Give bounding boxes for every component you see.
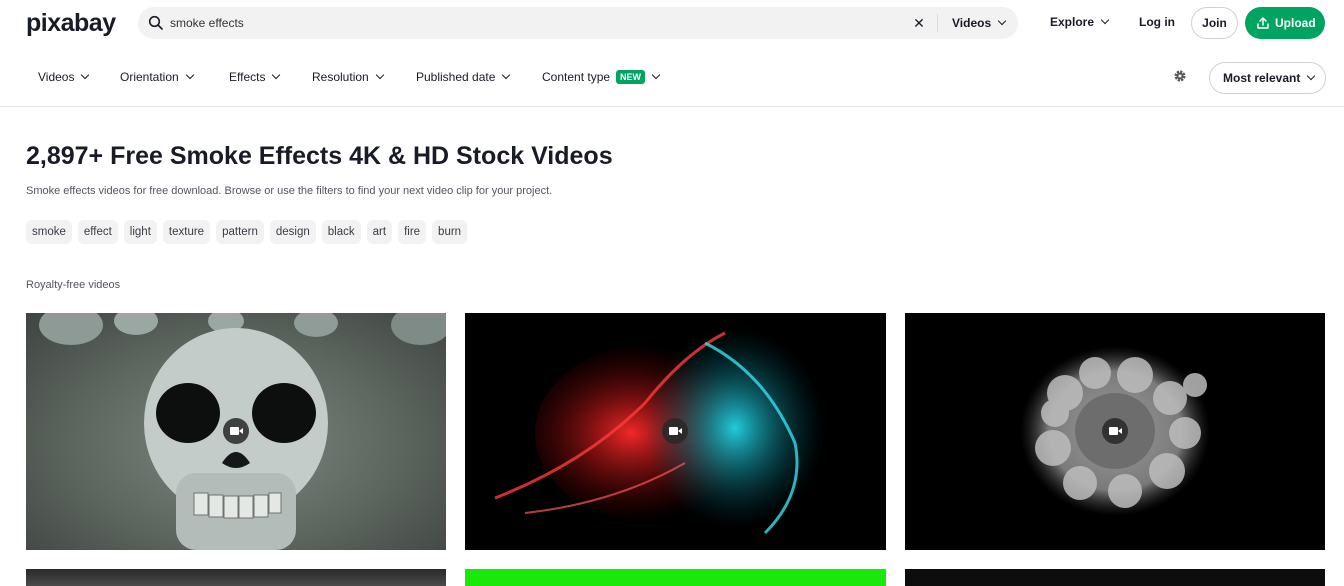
video-thumbnail-skull[interactable] [26,313,446,550]
chevron-down-icon [1100,15,1110,25]
new-badge: NEW [616,70,646,84]
filter-label: Published date [416,70,496,84]
section-label: Royalty-free videos [26,279,121,291]
tag-chip[interactable]: art [366,220,393,244]
upload-button[interactable]: Upload [1245,7,1325,39]
search-input[interactable] [170,7,910,39]
gear-icon[interactable] [1173,69,1187,83]
chevron-down-icon [502,70,511,80]
join-button[interactable]: Join [1191,7,1238,39]
tag-chip[interactable]: effect [77,220,118,244]
tag-chip[interactable]: light [123,220,157,244]
filter-published-date[interactable]: Published date [416,70,511,84]
filter-bar: Videos Orientation Effects Resolution Pu… [0,60,1344,107]
tag-chip[interactable]: burn [432,220,468,244]
explore-label: Explore [1050,15,1095,29]
close-icon[interactable]: ✕ [910,14,928,32]
pixabay-logo[interactable]: pixabay [26,9,116,38]
filter-label: Effects [229,70,266,84]
media-type-dropdown[interactable]: Videos [952,7,1007,39]
video-camera-icon [1102,418,1128,444]
filter-effects[interactable]: Effects [229,70,281,84]
chevron-down-icon [1307,71,1316,81]
tag-chip[interactable]: fire [398,220,427,244]
video-camera-icon [223,418,249,444]
tag-chip[interactable]: smoke [26,220,72,244]
upload-icon [1257,17,1269,29]
chevron-down-icon [272,70,281,80]
filter-label: Orientation [120,70,179,84]
search-icon [148,15,163,30]
page-subtitle: Smoke effects videos for free download. … [26,185,553,197]
video-thumbnail-black-smoke[interactable] [905,569,1325,586]
top-bar: pixabay ✕ Videos Explore Log in Join Upl… [0,0,1344,46]
filter-content-type[interactable]: Content type NEW [542,70,661,85]
video-thumbnail-green-screen[interactable] [465,569,886,586]
filter-label: Videos [38,70,75,84]
chevron-down-icon [375,70,384,80]
filter-resolution[interactable]: Resolution [312,70,384,84]
tag-chip[interactable]: texture [162,220,211,244]
video-thumbnail-red-cyan-smoke[interactable] [465,313,886,550]
login-link[interactable]: Log in [1139,15,1175,29]
filter-label: Content type [542,70,611,84]
page-title: 2,897+ Free Smoke Effects 4K & HD Stock … [26,142,613,170]
filter-orientation[interactable]: Orientation [120,70,194,84]
search-bar[interactable]: ✕ Videos [138,7,1018,39]
filter-label: Resolution [312,70,369,84]
related-tags: smoke effect light texture pattern desig… [26,220,468,244]
search-divider [937,14,938,32]
tag-chip[interactable]: pattern [216,220,264,244]
tag-chip[interactable]: design [269,220,316,244]
chevron-down-icon [651,70,661,80]
filter-videos[interactable]: Videos [38,70,90,84]
video-camera-icon [662,418,688,444]
sort-dropdown[interactable]: Most relevant [1209,62,1326,94]
tag-chip[interactable]: black [321,220,361,244]
explore-menu[interactable]: Explore [1050,15,1110,29]
video-thumbnail-white-smoke[interactable] [905,313,1325,550]
upload-label: Upload [1275,16,1316,30]
chevron-down-icon [81,70,90,80]
chevron-down-icon [185,70,194,80]
video-thumbnail-dark-smoke[interactable] [26,569,446,586]
media-type-label: Videos [952,16,992,30]
chevron-down-icon [997,16,1007,26]
sort-label: Most relevant [1223,71,1301,85]
